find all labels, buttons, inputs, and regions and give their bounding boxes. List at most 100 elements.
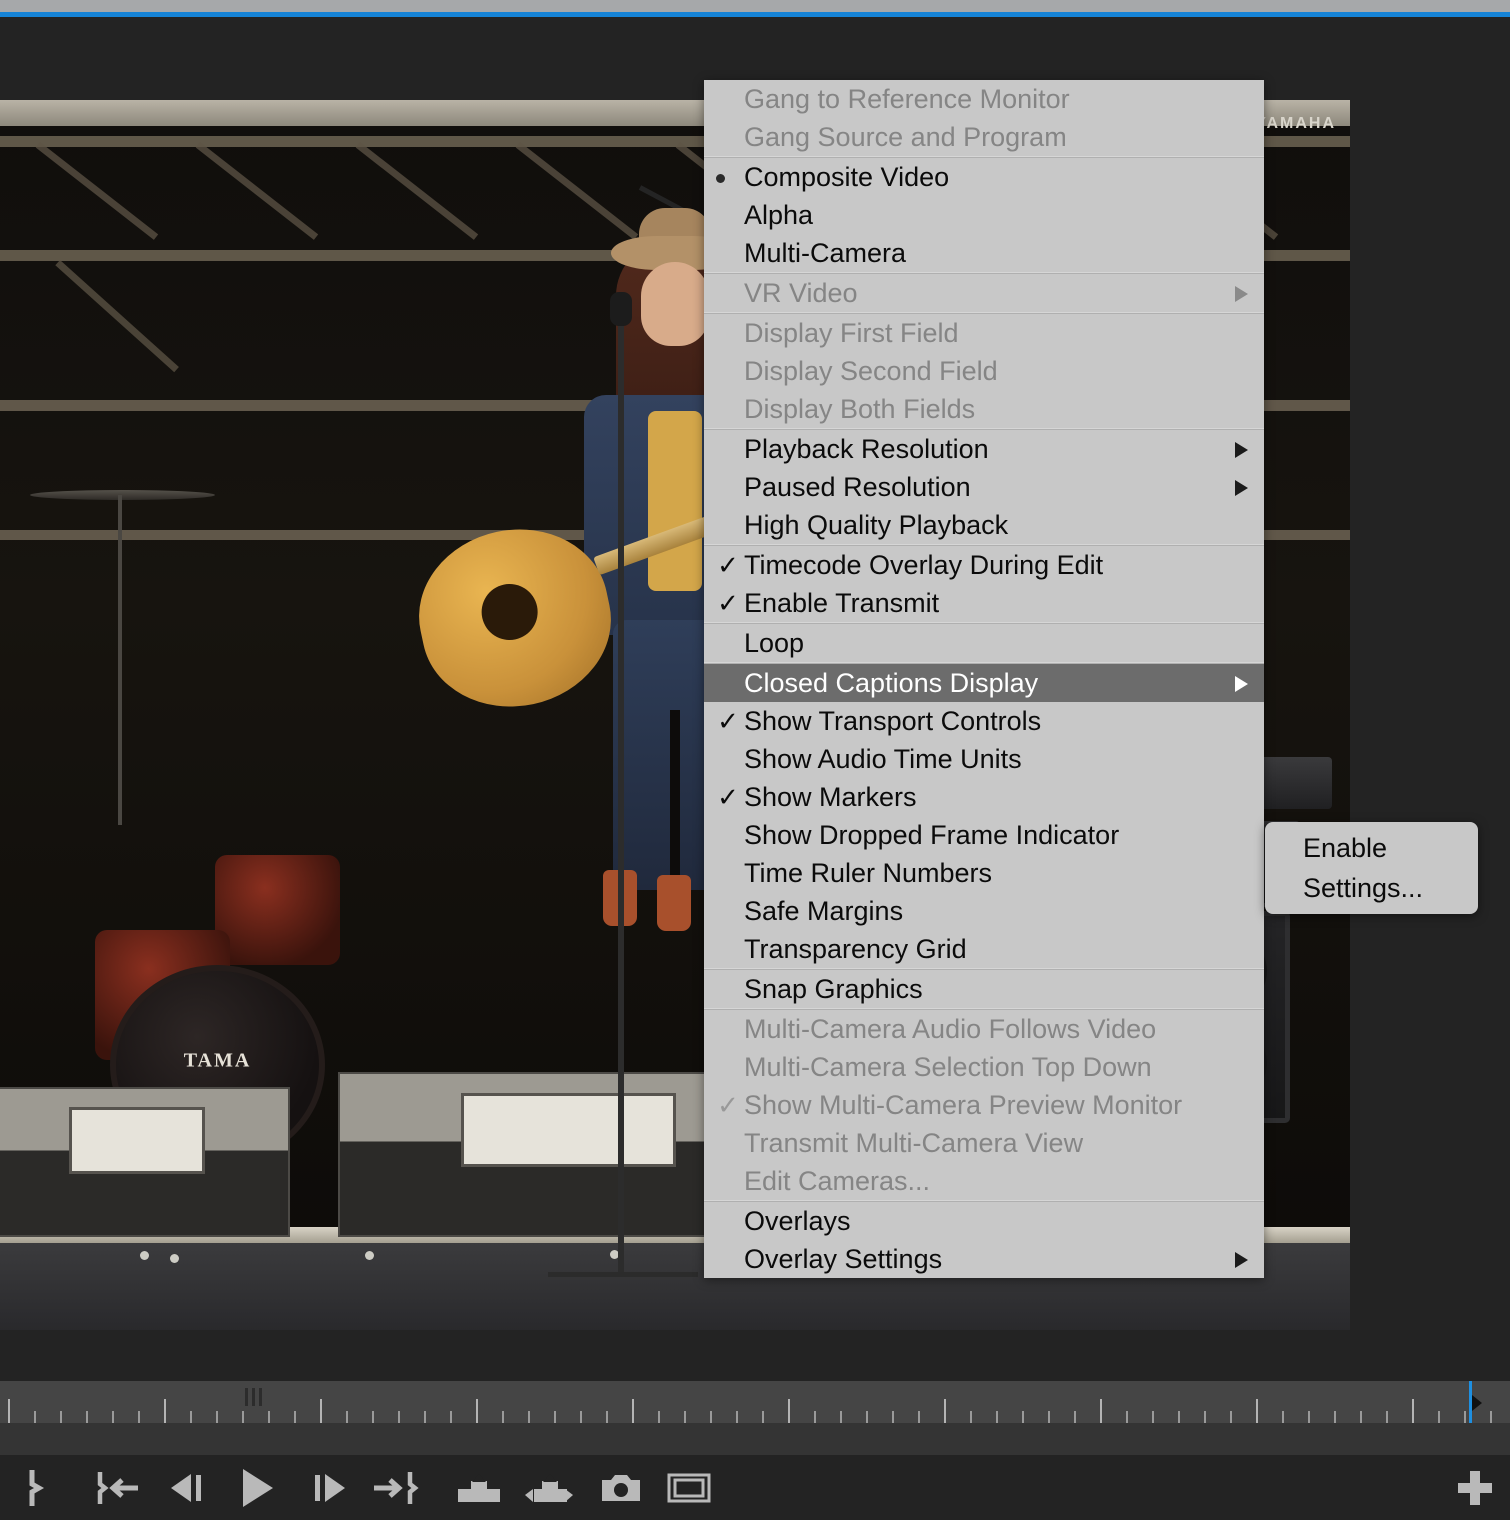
menu-item-label: Display Second Field [744,356,998,386]
monitor-timecode-bar: 00;39;27;09 [0,1330,1510,1380]
plus-icon[interactable] [1458,1471,1492,1505]
ruler-minor-tick [138,1411,140,1423]
menu-item-label: Display Both Fields [744,394,976,424]
cymbal-stand-left [118,495,122,825]
vocal-microphone [610,292,632,326]
program-monitor-context-menu[interactable]: Gang to Reference Monitor Gang Source and… [704,80,1264,1278]
ruler-minor-tick [372,1411,374,1423]
menu-item-loop[interactable]: Loop [704,624,1264,662]
menu-item-gang-to-reference-monitor: Gang to Reference Monitor [704,80,1264,118]
insert-icon[interactable] [450,1455,508,1520]
checkmark-icon: ✓ [717,1090,739,1120]
menu-item-show-dropped-frame-indicator[interactable]: Show Dropped Frame Indicator [704,816,1264,854]
menu-item-label: Alpha [744,200,814,230]
menu-item-overlay-settings[interactable]: Overlay Settings [704,1240,1264,1278]
closed-captions-submenu[interactable]: Enable Settings... [1265,822,1478,914]
menu-item-safe-margins[interactable]: Safe Margins [704,892,1264,930]
ruler-minor-tick [1386,1411,1388,1423]
step-forward-icon[interactable] [300,1455,358,1520]
menu-item-composite-video[interactable]: Composite Video [704,158,1264,196]
go-to-in-point-icon[interactable] [88,1455,146,1520]
mic-stand-pole [618,315,624,1275]
menu-item-multi-camera[interactable]: Multi-Camera [704,234,1264,272]
export-frame-icon[interactable] [592,1455,650,1520]
performer-face [641,262,709,346]
overwrite-icon[interactable] [520,1455,578,1520]
ruler-minor-tick [190,1411,192,1423]
ruler-minor-tick [970,1411,972,1423]
ruler-minor-tick [216,1411,218,1423]
menu-item-label: Time Ruler Numbers [744,858,993,888]
menu-item-enable-transmit[interactable]: ✓ Enable Transmit [704,584,1264,622]
menu-item-show-transport-controls[interactable]: ✓ Show Transport Controls [704,702,1264,740]
menu-item-show-audio-time-units[interactable]: Show Audio Time Units [704,740,1264,778]
ruler-major-tick [1412,1399,1414,1423]
menu-item-label: Multi-Camera [744,238,907,268]
playhead-handle[interactable] [1472,1395,1482,1411]
guitar-sound-hole [476,578,544,646]
ruler-minor-tick [60,1411,62,1423]
menu-item-paused-resolution[interactable]: Paused Resolution [704,468,1264,506]
ruler-minor-tick [528,1411,530,1423]
menu-item-label: Timecode Overlay During Edit [744,550,1104,580]
ruler-major-tick [320,1399,322,1423]
performer-inner-top [648,411,702,591]
menu-item-multi-camera-selection-top-down: Multi-Camera Selection Top Down [704,1048,1264,1086]
leg-gap [670,710,680,890]
menu-item-high-quality-playback[interactable]: High Quality Playback [704,506,1264,544]
ruler-minor-tick [1048,1411,1050,1423]
menu-item-label: Paused Resolution [744,472,971,502]
ruler-minor-tick [814,1411,816,1423]
menu-item-label: Loop [744,628,805,658]
mark-in-out-icon[interactable] [8,1455,64,1520]
ruler-minor-tick [34,1411,36,1423]
submenu-item-settings[interactable]: Settings... [1265,868,1478,908]
monitor-time-ruler[interactable] [0,1381,1510,1423]
menu-item-label: Overlay Settings [744,1244,943,1274]
menu-item-timecode-overlay-during-edit[interactable]: ✓ Timecode Overlay During Edit [704,546,1264,584]
menu-item-overlays[interactable]: Overlays [704,1202,1264,1240]
ruler-minor-tick [1230,1411,1232,1423]
ruler-minor-tick [736,1411,738,1423]
step-back-icon[interactable] [160,1455,218,1520]
menu-item-time-ruler-numbers[interactable]: Time Ruler Numbers [704,854,1264,892]
comparison-view-icon[interactable] [660,1455,718,1520]
ruler-minor-tick [1438,1411,1440,1423]
menu-item-transparency-grid[interactable]: Transparency Grid [704,930,1264,968]
menu-item-display-second-field: Display Second Field [704,352,1264,390]
ruler-major-tick [1100,1399,1102,1423]
play-stop-icon[interactable] [228,1455,286,1520]
menu-item-label: Transmit Multi-Camera View [744,1128,1084,1158]
ruler-major-tick [944,1399,946,1423]
ruler-minor-tick [268,1411,270,1423]
menu-item-edit-cameras: Edit Cameras... [704,1162,1264,1200]
ruler-minor-tick [918,1411,920,1423]
ruler-major-tick [788,1399,790,1423]
menu-item-closed-captions-display[interactable]: Closed Captions Display [704,664,1264,702]
menu-item-show-markers[interactable]: ✓ Show Markers [704,778,1264,816]
go-to-out-point-icon[interactable] [366,1455,424,1520]
ruler-minor-tick [424,1411,426,1423]
ruler-minor-tick [762,1411,764,1423]
menu-item-label: Show Markers [744,782,917,812]
ruler-minor-tick [658,1411,660,1423]
ruler-major-tick [476,1399,478,1423]
radio-bullet-icon [716,174,725,183]
ruler-minor-tick [866,1411,868,1423]
ruler-zoom-bar[interactable] [0,1423,1510,1455]
menu-item-alpha[interactable]: Alpha [704,196,1264,234]
menu-item-multi-camera-audio-follows-video: Multi-Camera Audio Follows Video [704,1010,1264,1048]
checkmark-icon: ✓ [717,588,739,618]
ruler-minor-tick [1126,1411,1128,1423]
menu-item-gang-source-and-program: Gang Source and Program [704,118,1264,156]
menu-item-label: Snap Graphics [744,974,923,1004]
menu-item-playback-resolution[interactable]: Playback Resolution [704,430,1264,468]
menu-item-snap-graphics[interactable]: Snap Graphics [704,970,1264,1008]
menu-item-label: Gang Source and Program [744,122,1067,152]
marker-icon[interactable] [245,1388,262,1406]
submenu-item-enable[interactable]: Enable [1265,828,1478,868]
ruler-minor-tick [398,1411,400,1423]
ruler-major-tick [8,1399,10,1423]
ruler-minor-tick [1308,1411,1310,1423]
menu-item-label: Show Dropped Frame Indicator [744,820,1120,850]
